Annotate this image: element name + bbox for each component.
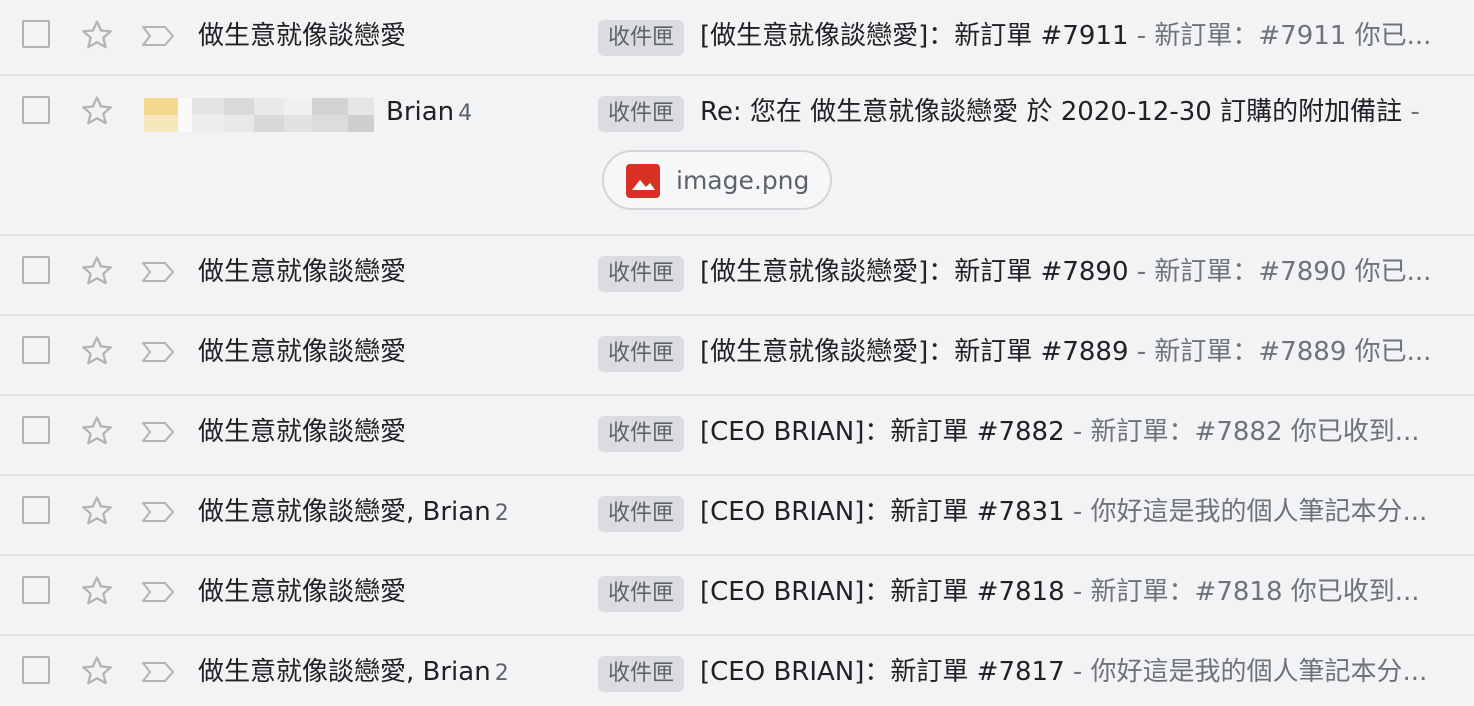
sender-name: 做生意就像談戀愛, Brian 2	[198, 655, 509, 691]
email-subject-snippet: [做生意就像談戀愛]：新訂單 #7911 - 新訂單：#7911 你已...	[700, 19, 1448, 53]
sender-text: 做生意就像談戀愛	[198, 417, 407, 447]
thread-count: 4	[458, 101, 473, 126]
attachment-chip[interactable]: image.png	[602, 150, 832, 210]
email-subject-snippet: [做生意就像談戀愛]：新訂單 #7889 - 新訂單：#7889 你已...	[700, 335, 1448, 369]
inbox-label[interactable]: 收件匣	[598, 576, 685, 612]
email-subject: [做生意就像談戀愛]：新訂單 #7889	[700, 337, 1129, 367]
important-marker-icon[interactable]	[140, 24, 176, 48]
sender-name: 做生意就像談戀愛	[198, 335, 410, 371]
star-icon[interactable]	[80, 334, 114, 368]
email-snippet: - 新訂單：#7889 你已...	[1128, 337, 1432, 367]
sender-text: 做生意就像談戀愛	[198, 577, 407, 607]
email-row[interactable]: 做生意就像談戀愛 收件匣 [CEO BRIAN]：新訂單 #7882 - 新訂單…	[0, 396, 1474, 476]
email-subject: Re: 您在 做生意就像談戀愛 於 2020-12-30 訂購的附加備註	[700, 97, 1403, 127]
email-snippet: -	[1402, 97, 1420, 127]
email-row[interactable]: 做生意就像談戀愛 收件匣 [做生意就像談戀愛]：新訂單 #7889 - 新訂單：…	[0, 316, 1474, 396]
email-snippet: - 新訂單：#7882 你已收到...	[1064, 417, 1420, 447]
email-list: 做生意就像談戀愛 收件匣 [做生意就像談戀愛]：新訂單 #7911 - 新訂單：…	[0, 0, 1474, 706]
inbox-label[interactable]: 收件匣	[598, 496, 685, 532]
email-snippet: - 你好這是我的個人筆記本分...	[1064, 497, 1428, 527]
sender-name: 做生意就像談戀愛, Brian 2	[198, 495, 509, 531]
email-subject-snippet: [CEO BRIAN]：新訂單 #7882 - 新訂單：#7882 你已收到..…	[700, 415, 1448, 449]
star-icon[interactable]	[80, 254, 114, 288]
star-icon[interactable]	[80, 654, 114, 688]
email-subject-snippet: [CEO BRIAN]：新訂單 #7831 - 你好這是我的個人筆記本分...	[700, 495, 1448, 529]
select-checkbox[interactable]	[22, 656, 50, 684]
important-marker-icon[interactable]	[140, 260, 176, 284]
inbox-label[interactable]: 收件匣	[598, 416, 685, 452]
important-marker-icon[interactable]	[140, 660, 176, 684]
thread-count: 2	[494, 501, 509, 526]
inbox-label[interactable]: 收件匣	[598, 20, 685, 56]
blurred-sender-image	[144, 98, 390, 132]
select-checkbox[interactable]	[22, 20, 50, 48]
email-subject-snippet: [CEO BRIAN]：新訂單 #7817 - 你好這是我的個人筆記本分...	[700, 655, 1448, 689]
email-subject-snippet: [做生意就像談戀愛]：新訂單 #7890 - 新訂單：#7890 你已...	[700, 255, 1448, 289]
sender-text: 做生意就像談戀愛	[198, 21, 407, 51]
email-snippet: - 你好這是我的個人筆記本分...	[1064, 657, 1428, 687]
sender-name: 做生意就像談戀愛	[198, 415, 410, 451]
select-checkbox[interactable]	[22, 96, 50, 124]
email-subject-snippet: Re: 您在 做生意就像談戀愛 於 2020-12-30 訂購的附加備註 -	[700, 95, 1448, 129]
sender-name: 做生意就像談戀愛	[198, 19, 410, 55]
select-checkbox[interactable]	[22, 416, 50, 444]
select-checkbox[interactable]	[22, 496, 50, 524]
email-subject: [做生意就像談戀愛]：新訂單 #7890	[700, 257, 1129, 287]
select-checkbox[interactable]	[22, 336, 50, 364]
sender-text: 做生意就像談戀愛	[198, 257, 407, 287]
sender-text: 做生意就像談戀愛	[198, 337, 407, 367]
inbox-label[interactable]: 收件匣	[598, 96, 685, 132]
sender-name: 做生意就像談戀愛	[198, 575, 410, 611]
email-snippet: - 新訂單：#7911 你已...	[1128, 21, 1432, 51]
email-subject-snippet: [CEO BRIAN]：新訂單 #7818 - 新訂單：#7818 你已收到..…	[700, 575, 1448, 609]
important-marker-icon[interactable]	[140, 340, 176, 364]
email-row[interactable]: 做生意就像談戀愛 收件匣 [做生意就像談戀愛]：新訂單 #7890 - 新訂單：…	[0, 236, 1474, 316]
email-row[interactable]: 做生意就像談戀愛, Brian 2 收件匣 [CEO BRIAN]：新訂單 #78…	[0, 476, 1474, 556]
important-marker-icon[interactable]	[140, 500, 176, 524]
inbox-label[interactable]: 收件匣	[598, 336, 685, 372]
thread-count: 2	[494, 661, 509, 686]
email-row[interactable]: 做生意就像談戀愛 收件匣 [CEO BRIAN]：新訂單 #7818 - 新訂單…	[0, 556, 1474, 636]
email-row[interactable]: Brian 4 收件匣 Re: 您在 做生意就像談戀愛 於 2020-12-30 …	[0, 76, 1474, 236]
email-subject: [CEO BRIAN]：新訂單 #7818	[700, 577, 1065, 607]
inbox-label[interactable]: 收件匣	[598, 256, 685, 292]
sender-name: Brian 4	[386, 95, 472, 131]
email-snippet: - 新訂單：#7818 你已收到...	[1064, 577, 1420, 607]
star-icon[interactable]	[80, 18, 114, 52]
sender-text: 做生意就像談戀愛, Brian	[198, 497, 491, 527]
sender-name: 做生意就像談戀愛	[198, 255, 410, 291]
select-checkbox[interactable]	[22, 256, 50, 284]
email-subject: [做生意就像談戀愛]：新訂單 #7911	[700, 21, 1129, 51]
inbox-label[interactable]: 收件匣	[598, 656, 685, 692]
attachment-name: image.png	[676, 166, 810, 195]
star-icon[interactable]	[80, 414, 114, 448]
email-row[interactable]: 做生意就像談戀愛 收件匣 [做生意就像談戀愛]：新訂單 #7911 - 新訂單：…	[0, 0, 1474, 76]
email-subject: [CEO BRIAN]：新訂單 #7831	[700, 497, 1065, 527]
sender-text: Brian	[386, 97, 455, 127]
sender-text: 做生意就像談戀愛, Brian	[198, 657, 491, 687]
email-row[interactable]: 做生意就像談戀愛, Brian 2 收件匣 [CEO BRIAN]：新訂單 #78…	[0, 636, 1474, 706]
email-snippet: - 新訂單：#7890 你已...	[1128, 257, 1432, 287]
important-marker-icon[interactable]	[140, 580, 176, 604]
important-marker-icon[interactable]	[140, 420, 176, 444]
star-icon[interactable]	[80, 494, 114, 528]
email-subject: [CEO BRIAN]：新訂單 #7817	[700, 657, 1065, 687]
star-icon[interactable]	[80, 94, 114, 128]
email-subject: [CEO BRIAN]：新訂單 #7882	[700, 417, 1065, 447]
select-checkbox[interactable]	[22, 576, 50, 604]
star-icon[interactable]	[80, 574, 114, 608]
image-file-icon	[626, 164, 660, 198]
